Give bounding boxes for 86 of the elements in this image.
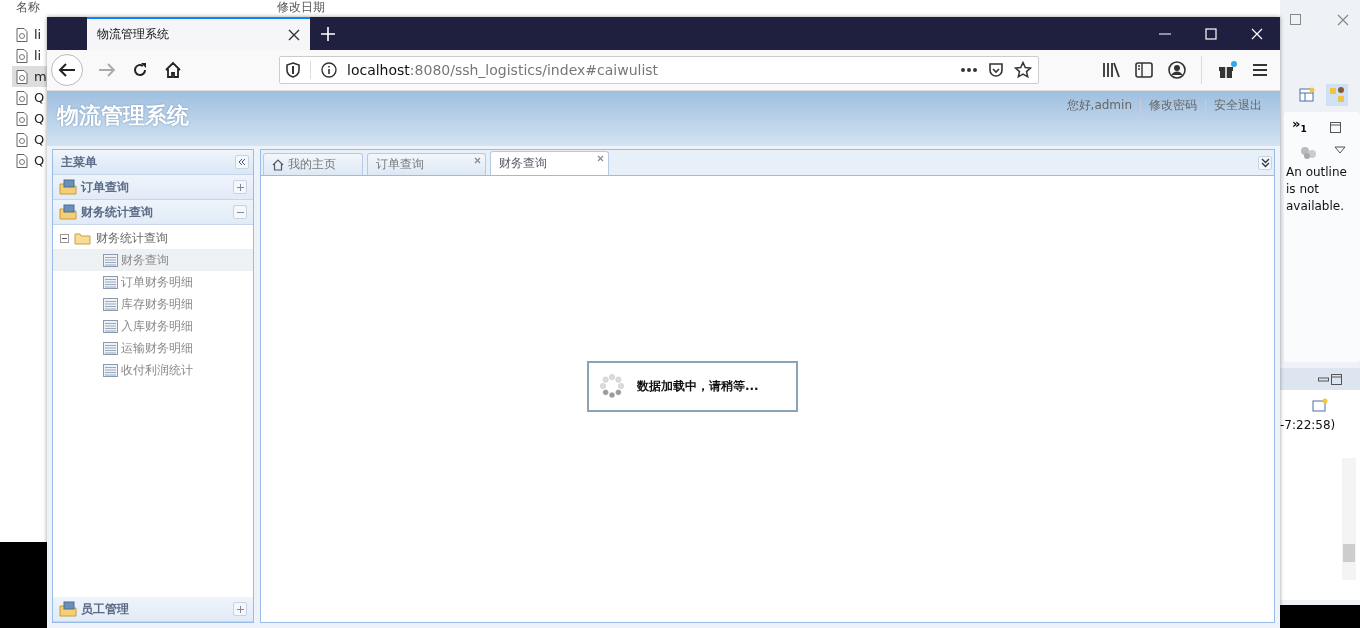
tree-item[interactable]: 入库财务明细 (53, 315, 253, 337)
tree-node[interactable]: 财务统计查询 (53, 227, 253, 249)
collapse-button[interactable] (235, 155, 249, 169)
folder-icon (59, 204, 77, 220)
file-item[interactable]: m (12, 66, 47, 87)
tree-toggle-icon[interactable] (60, 233, 69, 243)
folder-icon (59, 601, 77, 617)
url-text: localhost:8080/ssh_logistics/index#caiwulist (347, 62, 659, 78)
file-icon (16, 90, 28, 105)
page-tab[interactable]: 财务查询 (490, 151, 609, 175)
tab-title: 物流管理系统 (97, 26, 170, 43)
table-icon (103, 341, 118, 355)
file-icon (16, 69, 28, 84)
table-icon (103, 319, 118, 333)
expand-toggle-icon[interactable] (233, 180, 247, 194)
outline-icon (1300, 146, 1318, 160)
column-header[interactable]: 名称 (16, 0, 40, 16)
double-chevron-icon (238, 158, 246, 166)
outline-message: An outline is not available. (1286, 164, 1348, 215)
console-text: -7:22:58) (1280, 418, 1336, 432)
page-tab[interactable]: 订单查询 (367, 153, 486, 175)
file-item[interactable]: Q (12, 108, 45, 129)
file-icon (16, 132, 28, 147)
view-list-button[interactable]: »$_{1}$ (1292, 116, 1307, 134)
vertical-scrollbar[interactable] (1342, 458, 1356, 580)
file-item[interactable]: li (12, 45, 42, 66)
gift-icon[interactable] (1217, 61, 1237, 79)
tree-item[interactable]: 收付利润统计 (53, 359, 253, 381)
back-button[interactable] (51, 54, 83, 86)
maximize-icon[interactable] (1330, 122, 1341, 133)
app-title: 物流管理系统 (57, 102, 189, 130)
browser-tab[interactable]: 物流管理系统 (87, 17, 310, 50)
reload-icon[interactable] (131, 61, 149, 79)
file-item[interactable]: Q (12, 129, 45, 150)
accordion-header[interactable]: 员工管理 (53, 597, 253, 622)
column-header[interactable]: 修改日期 (277, 0, 325, 16)
file-icon (16, 153, 28, 168)
minimize-icon[interactable] (1318, 374, 1329, 385)
table-icon (103, 297, 118, 311)
file-item[interactable]: Q (12, 150, 45, 171)
tree-item[interactable]: 财务查询 (53, 249, 253, 271)
pocket-icon[interactable] (988, 62, 1004, 78)
sidebar-icon[interactable] (1135, 62, 1153, 78)
account-icon[interactable] (1168, 61, 1186, 79)
menu-icon[interactable] (1252, 63, 1268, 77)
new-tab-icon[interactable] (320, 25, 336, 42)
expand-toggle-icon[interactable] (233, 602, 247, 616)
back-arrow-icon (58, 62, 76, 78)
shield-icon[interactable] (286, 62, 300, 78)
more-icon[interactable] (960, 67, 978, 73)
tree-item[interactable]: 运输财务明细 (53, 337, 253, 359)
expand-toggle-icon[interactable] (233, 205, 247, 219)
file-icon (16, 111, 28, 126)
home-icon[interactable] (164, 61, 182, 79)
table-icon (103, 275, 118, 289)
file-icon (16, 27, 28, 42)
accordion-header[interactable]: 财务统计查询 (53, 200, 253, 225)
panel-title: 主菜单 (61, 153, 98, 171)
page-tab[interactable]: 我的主页 (263, 153, 363, 175)
file-item[interactable]: li (12, 24, 42, 45)
perspective-icon[interactable] (1326, 84, 1348, 106)
info-icon[interactable] (321, 62, 337, 78)
library-icon[interactable] (1102, 62, 1120, 78)
tabs-menu-button[interactable] (1258, 155, 1272, 170)
star-icon[interactable] (1014, 61, 1032, 79)
maximize-icon[interactable] (1331, 374, 1342, 385)
address-bar[interactable]: localhost:8080/ssh_logistics/index#caiwulist (279, 56, 1039, 84)
header-link[interactable]: 安全退出 (1206, 97, 1270, 114)
perspective-icon[interactable] (1298, 86, 1316, 104)
loading-text: 数据加载中，请稍等... (637, 377, 759, 395)
tree-item[interactable]: 订单财务明细 (53, 271, 253, 293)
table-icon (103, 253, 118, 267)
table-icon (103, 363, 118, 377)
close-icon[interactable] (288, 28, 300, 41)
file-icon (16, 48, 28, 63)
header-link[interactable]: 修改密码 (1141, 97, 1205, 114)
home-icon (272, 158, 284, 171)
folder-icon (59, 179, 77, 195)
accordion-header[interactable]: 订单查询 (53, 175, 253, 200)
file-item[interactable]: Q (12, 87, 45, 108)
double-chevron-icon (1260, 157, 1270, 168)
spinner-icon (599, 373, 625, 399)
tree-item[interactable]: 库存财务明细 (53, 293, 253, 315)
folder-icon (74, 231, 91, 245)
header-link[interactable]: 您好,admin (1058, 97, 1140, 114)
dropdown-icon[interactable] (1334, 146, 1346, 154)
